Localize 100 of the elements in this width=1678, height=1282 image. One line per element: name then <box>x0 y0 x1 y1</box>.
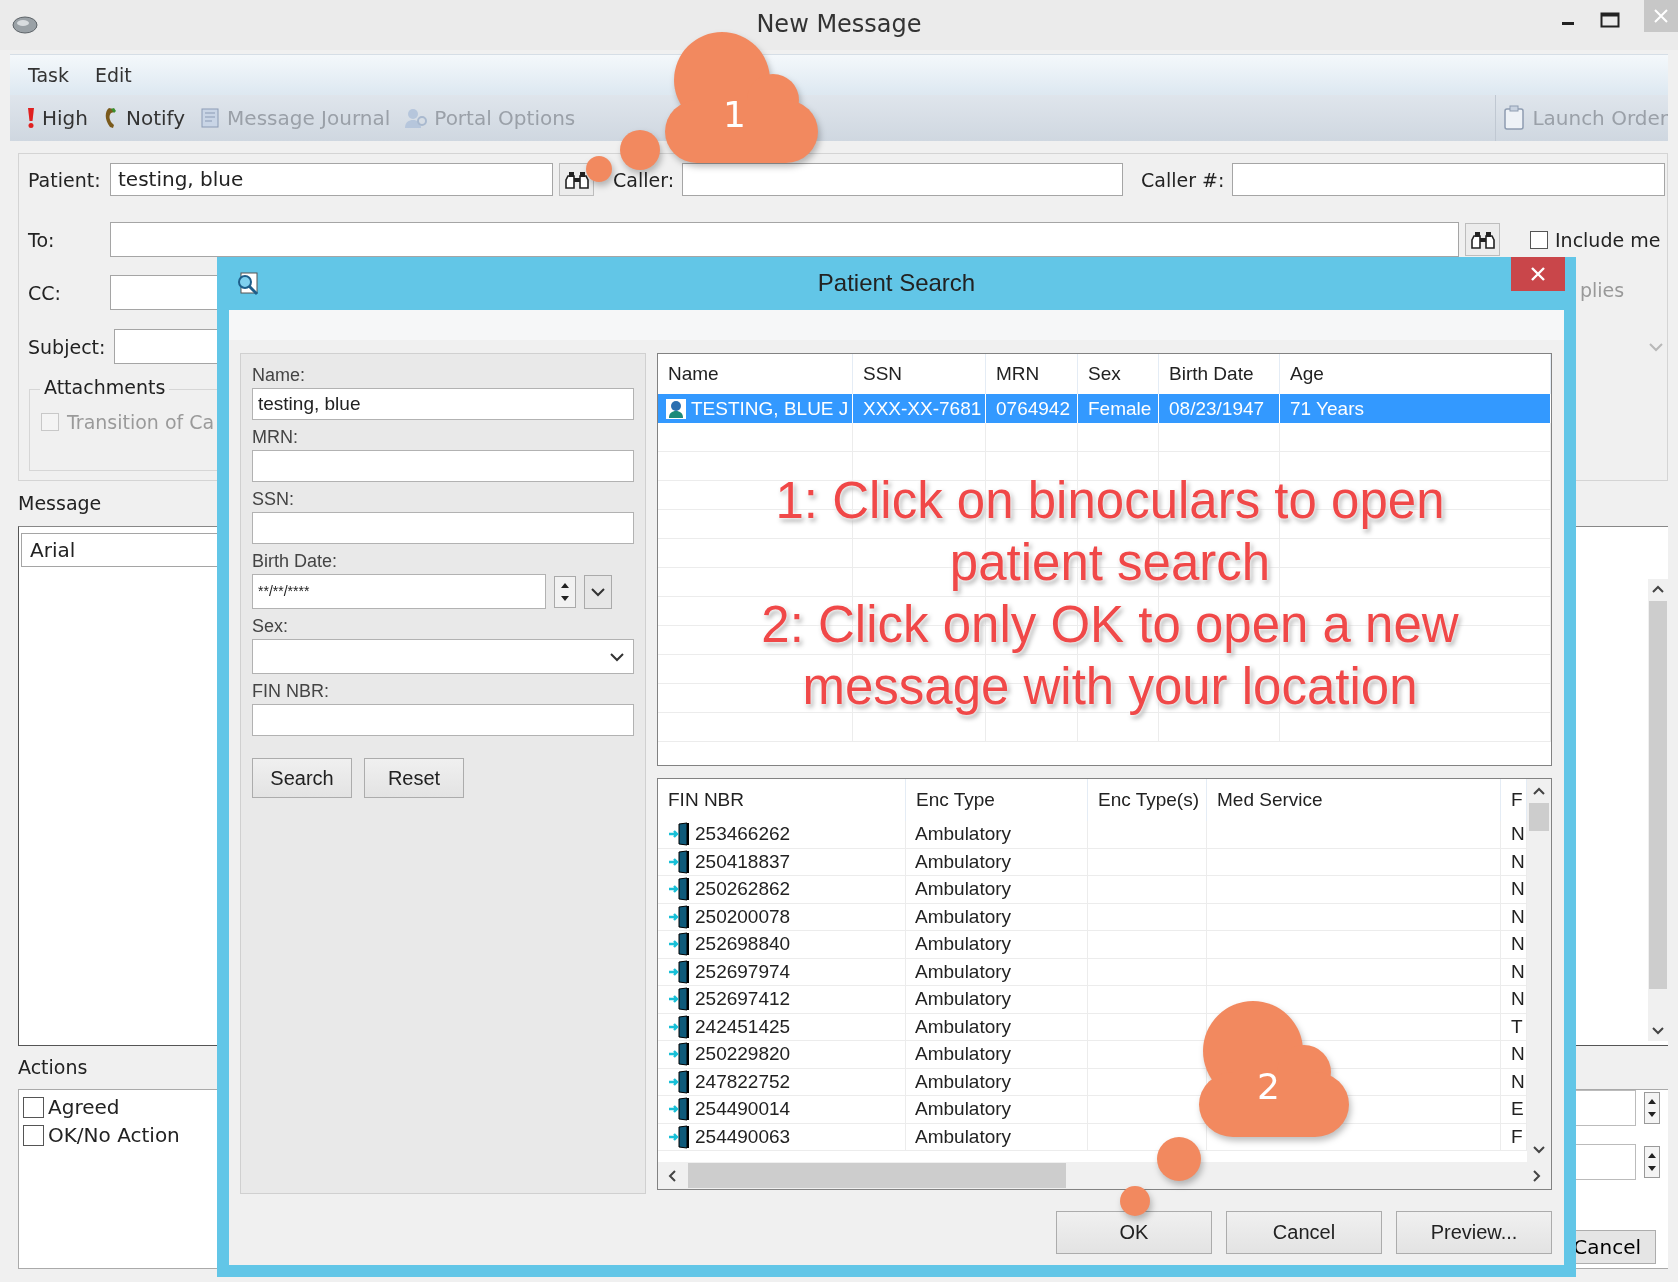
caret-icon[interactable] <box>1648 341 1664 353</box>
encounter-row[interactable]: 250418837 Ambulatory N <box>658 848 1527 876</box>
menu-item[interactable]: Edit <box>95 64 132 86</box>
horizontal-scroll-bar[interactable] <box>658 1162 1551 1189</box>
window-title: New Message <box>755 10 923 38</box>
column-header[interactable]: Enc Type(s) <box>1088 779 1207 821</box>
dialog-button[interactable]: OK <box>1056 1211 1212 1254</box>
caller-number-field[interactable] <box>1232 163 1665 196</box>
table-cell: 252697974 <box>695 960 791 983</box>
dialog-title: Patient Search <box>816 269 977 297</box>
table-cell: Ambulatory <box>915 1015 1012 1038</box>
dialog-button[interactable]: Cancel <box>1226 1211 1382 1254</box>
dropdown-icon[interactable] <box>584 574 612 609</box>
table-cell: N <box>1511 933 1525 956</box>
patient-icon <box>666 398 686 419</box>
column-header[interactable]: Med Service <box>1207 779 1501 821</box>
birth-date-field[interactable]: **/**/**** <box>252 574 546 609</box>
caller-label: Caller: <box>612 168 675 191</box>
table-cell: 254490063 <box>695 1125 791 1148</box>
replies-label: plies <box>1580 279 1625 301</box>
criteria-label: SSN: <box>252 488 295 511</box>
scroll-bar[interactable] <box>1527 779 1551 1162</box>
spin-arrows-icon[interactable] <box>1644 1146 1660 1178</box>
search-field[interactable]: testing, blue <box>252 388 634 420</box>
table-cell: Female <box>1087 397 1152 420</box>
search-form-button[interactable]: Search <box>252 758 352 798</box>
menu-item[interactable]: Task <box>28 64 69 86</box>
to-field[interactable] <box>110 222 1459 257</box>
action-checkbox[interactable] <box>23 1124 44 1146</box>
exclamation-icon <box>26 107 36 129</box>
table-cell: T <box>1511 1015 1523 1038</box>
door-icon <box>667 987 691 1012</box>
search-field[interactable] <box>252 704 634 736</box>
table-cell: TESTING, BLUE J <box>690 397 849 420</box>
table-cell: 242451425 <box>695 1015 791 1038</box>
table-cell: 08/23/1947 <box>1168 397 1265 420</box>
table-cell: Ambulatory <box>915 850 1012 873</box>
table-cell: 252697412 <box>695 988 791 1011</box>
table-cell: 250229820 <box>695 1043 791 1066</box>
include-me-label: Include me <box>1555 228 1661 251</box>
table-cell: 253466262 <box>695 823 791 846</box>
patient-field[interactable]: testing, blue <box>110 163 553 196</box>
app-icon <box>12 15 38 35</box>
attachment-label: Transition of Ca <box>67 411 215 433</box>
column-header[interactable]: Enc Type <box>906 779 1088 821</box>
table-cell: N <box>1511 905 1525 928</box>
table-cell: 250200078 <box>695 905 791 928</box>
table-cell: N <box>1511 1070 1525 1093</box>
action-checkbox[interactable] <box>23 1096 44 1118</box>
table-cell: Ambulatory <box>915 988 1012 1011</box>
toolbar-button[interactable]: Notify <box>101 106 186 130</box>
to-label: To: <box>27 228 56 251</box>
table-cell: 250262862 <box>695 878 791 901</box>
search-icon <box>235 270 261 297</box>
action-label: OK/No Action <box>48 1123 180 1147</box>
binoculars-icon <box>564 169 589 190</box>
caller-field[interactable] <box>682 163 1124 196</box>
sex-dropdown[interactable] <box>252 639 634 674</box>
table-cell: Ambulatory <box>915 823 1012 846</box>
close-button[interactable] <box>1511 257 1565 291</box>
table-cell: Ambulatory <box>915 905 1012 928</box>
actions-label: Actions <box>18 1056 88 1080</box>
instruction-text: 2: Click only OK to open a new <box>761 595 1459 655</box>
door-icon <box>667 932 691 957</box>
door-icon <box>667 1097 691 1122</box>
scroll-bar[interactable] <box>1648 579 1668 1041</box>
door-icon <box>667 1042 691 1067</box>
close-icon <box>1530 266 1546 282</box>
encounter-row[interactable]: 252697974 Ambulatory N <box>658 958 1527 986</box>
search-form-button[interactable]: Reset <box>364 758 464 798</box>
caller-number-label: Caller #: <box>1140 168 1225 191</box>
table-cell: E <box>1511 1098 1524 1121</box>
table-cell: N <box>1511 850 1525 873</box>
door-icon <box>667 1124 691 1149</box>
spin-arrows-icon[interactable] <box>554 575 576 608</box>
encounter-row[interactable]: 252698840 Ambulatory N <box>658 931 1527 959</box>
encounter-row[interactable]: 250200078 Ambulatory N <box>658 903 1527 931</box>
maximize-icon[interactable] <box>1600 12 1620 28</box>
door-icon <box>667 877 691 902</box>
include-me-checkbox[interactable] <box>1530 230 1548 249</box>
instruction-text: 1: Click on binoculars to open <box>775 471 1445 531</box>
table-cell: N <box>1511 1043 1525 1066</box>
encounter-row[interactable]: 253466262 Ambulatory N <box>658 821 1527 849</box>
subject-label: Subject: <box>27 335 107 358</box>
encounter-row[interactable]: 250262862 Ambulatory N <box>658 876 1527 904</box>
dialog-button[interactable]: Preview... <box>1396 1211 1552 1254</box>
spin-arrows-icon[interactable] <box>1644 1092 1660 1124</box>
binoculars-button[interactable] <box>1465 223 1500 256</box>
door-icon <box>667 1014 691 1039</box>
search-field[interactable] <box>252 512 634 544</box>
table-cell: Ambulatory <box>915 1043 1012 1066</box>
column-header[interactable]: FIN NBR <box>658 779 906 821</box>
toolbar-button[interactable]: High <box>26 106 88 130</box>
criteria-label: Sex: <box>252 615 290 638</box>
callout-tooltip: 2 <box>1118 998 1350 1218</box>
clipboard-icon <box>1502 105 1527 131</box>
table-cell: N <box>1511 988 1525 1011</box>
search-field[interactable] <box>252 450 634 482</box>
table-cell: 0764942 <box>995 397 1070 420</box>
criteria-label: MRN: <box>252 426 299 449</box>
